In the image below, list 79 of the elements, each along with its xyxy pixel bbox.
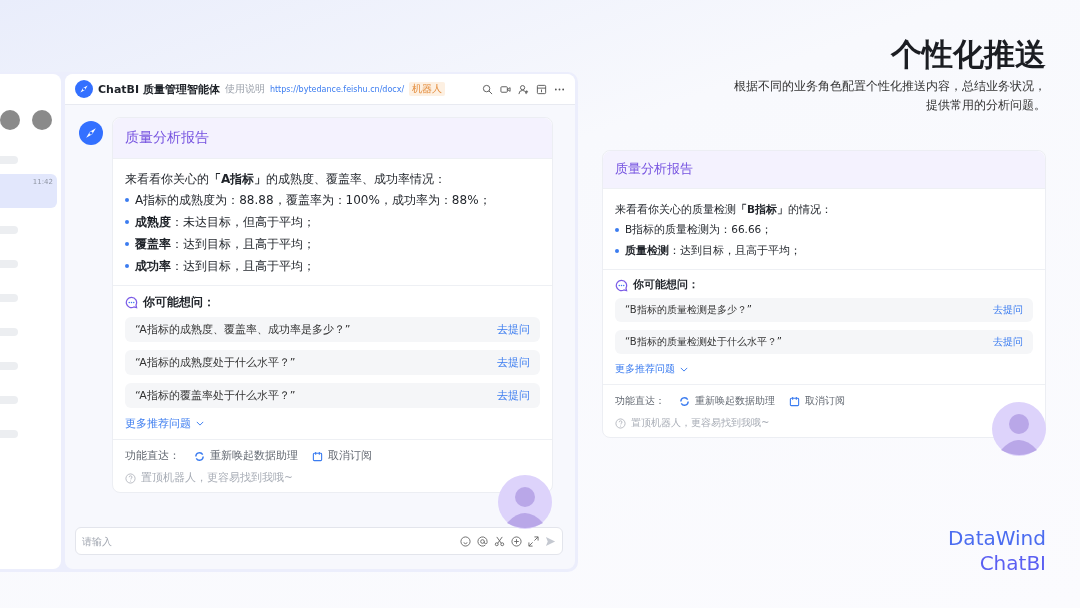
refresh-icon — [194, 450, 205, 462]
suggested-question[interactable]: “B指标的质量检测是多少？” 去提问 — [615, 298, 1033, 322]
bot-logo-icon — [75, 80, 93, 98]
bullet-dot — [125, 264, 129, 268]
slide-title: 个性化推送 — [891, 35, 1046, 74]
suggested-question[interactable]: “A指标的覆盖率处于什么水平？” 去提问 — [125, 383, 540, 408]
brand-name: DataWind — [947, 526, 1046, 551]
more-questions-link[interactable]: 更多推荐问题 — [615, 362, 675, 376]
report-bullet: 质量检测：达到目标，且高于平均； — [625, 243, 801, 258]
report-title: 质量分析报告 — [615, 161, 693, 176]
avatar-placeholder — [498, 475, 552, 529]
report-title: 质量分析报告 — [125, 129, 209, 145]
shortcut-link[interactable]: 重新唤起数据助理 — [695, 394, 775, 408]
contact-avatar[interactable] — [32, 110, 52, 130]
suggested-question[interactable]: “A指标的成熟度、覆盖率、成功率是多少？” 去提问 — [125, 317, 540, 342]
bullet-dot — [125, 220, 129, 224]
refresh-icon — [679, 395, 690, 407]
suggestion-label: 你可能想问： — [143, 294, 215, 311]
chevron-down-icon — [680, 366, 688, 372]
question-text: “A指标的成熟度处于什么水平？” — [135, 355, 296, 370]
add-user-icon[interactable] — [518, 83, 529, 95]
at-icon[interactable] — [477, 535, 488, 547]
question-text: “B指标的质量检测处于什么水平？” — [625, 335, 782, 349]
suggested-question[interactable]: “A指标的成熟度处于什么水平？” 去提问 — [125, 350, 540, 375]
tip-text: 置顶机器人，更容易找到我哦~ — [631, 416, 770, 430]
contact-avatar[interactable] — [0, 110, 20, 130]
shortcut-link[interactable]: 取消订阅 — [805, 394, 845, 408]
avatar-placeholder — [992, 402, 1046, 456]
ask-link[interactable]: 去提问 — [993, 335, 1023, 349]
help-link[interactable]: 使用说明 — [224, 82, 265, 96]
slide-subtitle: 提供常用的分析问题。 — [926, 97, 1046, 114]
ask-link[interactable]: 去提问 — [497, 355, 530, 370]
expand-icon[interactable] — [528, 535, 539, 547]
report-intro: 来看看你关心的「A指标」的成熟度、覆盖率、成功率情况： — [125, 171, 448, 188]
report-bullet: 成功率：达到目标，且高于平均； — [135, 258, 315, 275]
question-text: “B指标的质量检测是多少？” — [625, 303, 752, 317]
bot-badge: 机器人 — [409, 82, 446, 96]
question-text: “A指标的覆盖率处于什么水平？” — [135, 388, 296, 403]
shortcut-label: 功能直达： — [125, 449, 180, 463]
shortcut-link[interactable]: 重新唤起数据助理 — [210, 449, 298, 463]
help-icon — [615, 417, 626, 429]
emoji-icon[interactable] — [460, 535, 471, 547]
bot-avatar-icon — [79, 121, 103, 145]
bullet-dot — [125, 198, 129, 202]
search-icon[interactable] — [482, 83, 493, 95]
suggested-question[interactable]: “B指标的质量检测处于什么水平？” 去提问 — [615, 330, 1033, 354]
ask-link[interactable]: 去提问 — [993, 303, 1023, 317]
more-questions-link[interactable]: 更多推荐问题 — [125, 416, 191, 431]
bullet-dot — [125, 242, 129, 246]
bullet-dot — [615, 227, 619, 232]
scissors-icon[interactable] — [494, 535, 505, 547]
message-text-input[interactable]: 请输入 — [82, 535, 454, 547]
calendar-icon — [789, 395, 800, 407]
chat-bubble-icon — [615, 278, 628, 292]
ask-link[interactable]: 去提问 — [497, 322, 530, 337]
video-icon[interactable] — [500, 83, 511, 95]
report-bullet: 覆盖率：达到目标，且高于平均； — [135, 236, 315, 253]
report-intro: 来看看你关心的质量检测「B指标」的情况： — [615, 202, 833, 217]
chevron-down-icon — [196, 421, 204, 426]
bot-name: ChatBI 质量管理智能体 — [98, 81, 220, 97]
brand-name: ChatBI — [979, 551, 1046, 576]
tip-text: 置顶机器人，更容易找到我哦~ — [141, 471, 293, 485]
plus-circle-icon[interactable] — [511, 535, 522, 547]
help-icon — [125, 472, 136, 484]
chat-bubble-icon — [125, 296, 138, 309]
report-bullet: A指标的成熟度为：88.88，覆盖率为：100%，成功率为：88%； — [135, 192, 491, 209]
shortcut-link[interactable]: 取消订阅 — [328, 449, 372, 463]
ask-link[interactable]: 去提问 — [497, 388, 530, 403]
panel-icon[interactable] — [536, 83, 547, 95]
slide-subtitle: 根据不同的业务角色配置个性化推送内容，总结业务状况， — [734, 78, 1046, 95]
question-text: “A指标的成熟度、覆盖率、成功率是多少？” — [135, 322, 351, 337]
doc-link[interactable]: https://bytedance.feishu.cn/docx/ — [269, 84, 405, 94]
shortcut-label: 功能直达： — [615, 394, 665, 408]
bullet-dot — [615, 248, 619, 253]
report-bullet: 成熟度：未达目标，但高于平均； — [135, 214, 315, 231]
report-bullet: B指标的质量检测为：66.66； — [625, 222, 773, 237]
calendar-icon — [312, 450, 323, 462]
suggestion-label: 你可能想问： — [633, 278, 699, 292]
message-input[interactable]: 请输入 — [75, 527, 563, 555]
